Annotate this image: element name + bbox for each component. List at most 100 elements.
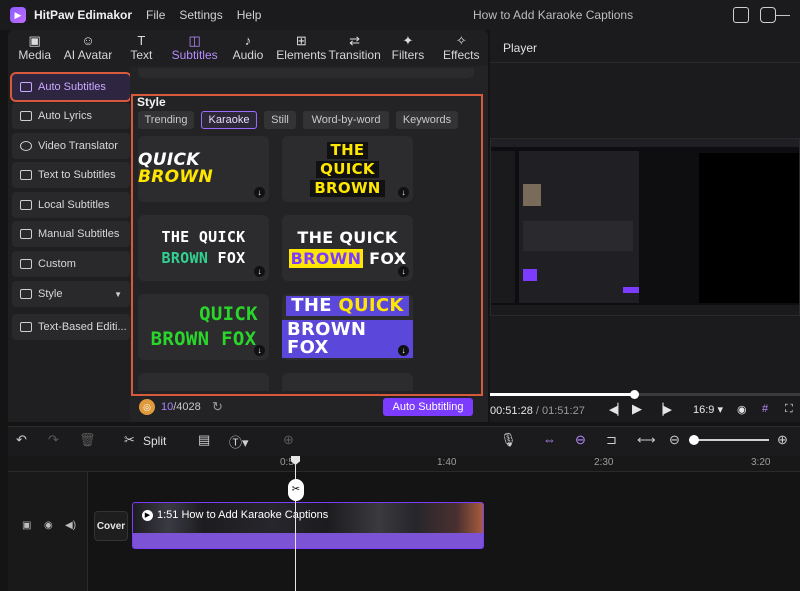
zoom-slider[interactable] bbox=[689, 439, 769, 441]
trim-icon[interactable]: ⊐ bbox=[606, 432, 617, 448]
menu-settings[interactable]: Settings bbox=[179, 8, 222, 22]
tab-effects[interactable]: ✧ Effects bbox=[435, 30, 488, 66]
karaoke-style-card[interactable]: THE QUICK BROWN FOX ↓ bbox=[138, 215, 269, 281]
player-divider bbox=[490, 62, 800, 63]
undo-icon[interactable]: ↶ bbox=[16, 432, 27, 448]
text-icon: T bbox=[137, 33, 146, 48]
volume-icon[interactable]: ◀) bbox=[65, 520, 76, 531]
tab-audio[interactable]: ♪ Audio bbox=[221, 30, 274, 66]
card-text: FOX bbox=[208, 249, 246, 267]
karaoke-style-card[interactable]: THE QUICK BROWN FOX ↓ bbox=[282, 294, 413, 360]
ruler-label: 3:20 bbox=[751, 457, 771, 468]
chip-word-by-word[interactable]: Word-by-word bbox=[303, 111, 389, 129]
download-icon[interactable]: ↓ bbox=[254, 187, 265, 198]
feedback-icon[interactable] bbox=[760, 7, 776, 23]
download-icon[interactable]: ↓ bbox=[398, 187, 409, 198]
refresh-icon[interactable]: ↻ bbox=[212, 399, 223, 415]
download-icon[interactable]: ↓ bbox=[254, 266, 265, 277]
redo-icon[interactable]: ↷ bbox=[48, 432, 59, 448]
aspect-ratio-select[interactable]: 16:9 ▾ bbox=[693, 403, 723, 416]
link-icon[interactable]: ⇔ bbox=[543, 432, 556, 447]
style-icon bbox=[20, 289, 32, 299]
subtitle-tool-icon[interactable]: ▤ bbox=[198, 432, 210, 448]
sidebar-item-text-to-subtitles[interactable]: Text to Subtitles bbox=[12, 162, 130, 188]
karaoke-style-card[interactable]: QUICK BROWN ↓ bbox=[138, 136, 269, 202]
tab-elements[interactable]: ⊞ Elements bbox=[275, 30, 328, 66]
preview-topbar bbox=[491, 139, 799, 147]
auto-subtitling-button[interactable]: Auto Subtitling bbox=[383, 398, 473, 416]
chip-trending[interactable]: Trending bbox=[138, 111, 194, 129]
download-icon[interactable]: ↓ bbox=[398, 266, 409, 277]
zoom-in-icon[interactable]: ⊕ bbox=[777, 432, 788, 448]
magnet-icon[interactable]: ⊖ bbox=[575, 432, 586, 448]
sidebar-item-text-based-editing[interactable]: Text-Based Editi... bbox=[12, 314, 130, 340]
sidebar-item-auto-lyrics[interactable]: Auto Lyrics bbox=[12, 103, 130, 129]
preview-button bbox=[623, 287, 639, 293]
sidebar-item-auto-subtitles[interactable]: Auto Subtitles bbox=[10, 72, 132, 102]
snapshot-icon[interactable]: ◉ bbox=[737, 403, 747, 416]
card-text-highlight: BROWN bbox=[138, 167, 213, 187]
karaoke-style-card[interactable]: THE QUICK BROWN ↓ bbox=[282, 136, 413, 202]
microphone-icon[interactable]: 🎙 bbox=[500, 432, 517, 448]
tool-tabs: ▣ Media ☺ AI Avatar T Text ◫ Subtitles ♪… bbox=[8, 30, 488, 66]
tab-subtitles[interactable]: ◫ Subtitles bbox=[168, 30, 221, 66]
effects-icon: ✧ bbox=[455, 33, 467, 48]
card-text: THE QUICK bbox=[297, 227, 398, 247]
card-text-highlight: THE bbox=[326, 141, 369, 159]
cover-button[interactable]: Cover bbox=[94, 511, 128, 541]
split-button[interactable]: Split bbox=[143, 434, 166, 448]
tab-text[interactable]: T Text bbox=[115, 30, 168, 66]
scissor-icon[interactable]: ✂ bbox=[288, 479, 304, 501]
download-icon[interactable]: ↓ bbox=[398, 345, 409, 356]
sidebar-item-local-subtitles[interactable]: Local Subtitles bbox=[12, 192, 130, 218]
player-title: Player bbox=[503, 41, 538, 55]
karaoke-style-card[interactable] bbox=[138, 373, 269, 391]
total-time: / 01:51:27 bbox=[532, 405, 585, 417]
timeline-ruler[interactable] bbox=[8, 456, 800, 472]
delete-icon[interactable]: 🗑 bbox=[79, 432, 96, 448]
karaoke-style-card[interactable]: QUICK BROWN FOX ↓ bbox=[138, 294, 269, 360]
menu-file[interactable]: File bbox=[146, 8, 165, 22]
progress-knob[interactable] bbox=[630, 390, 639, 399]
karaoke-style-card[interactable] bbox=[282, 373, 413, 391]
chip-karaoke[interactable]: Karaoke bbox=[201, 111, 257, 129]
preview-sidebar bbox=[491, 151, 515, 303]
fullscreen-icon[interactable]: ⛶ bbox=[785, 403, 793, 416]
layout-icon[interactable] bbox=[733, 7, 749, 23]
clip-label: ▶ 1:51 How to Add Karaoke Captions bbox=[142, 509, 328, 521]
card-text: BROWN FOX bbox=[282, 320, 413, 358]
sidebar-item-custom[interactable]: Custom bbox=[12, 251, 130, 277]
video-preview[interactable] bbox=[490, 138, 800, 316]
sidebar-item-video-translator[interactable]: Video Translator bbox=[12, 133, 130, 159]
card-text-highlight: BROWN bbox=[288, 248, 364, 268]
tab-media[interactable]: ▣ Media bbox=[8, 30, 61, 66]
grid-icon[interactable]: # bbox=[762, 403, 768, 415]
menu-help[interactable]: Help bbox=[237, 8, 262, 22]
tab-transition[interactable]: ⇄ Transition bbox=[328, 30, 381, 66]
minimize-icon[interactable]: — bbox=[776, 6, 790, 22]
chip-keywords[interactable]: Keywords bbox=[396, 111, 458, 129]
card-text: THE QUICK bbox=[161, 228, 246, 246]
zoom-out-icon[interactable]: ⊖ bbox=[669, 432, 680, 448]
sidebar-item-style[interactable]: Style ▼ bbox=[12, 281, 130, 307]
panel-scroll-edge bbox=[138, 68, 474, 78]
step-forward-icon[interactable]: ▕▶ bbox=[655, 403, 672, 416]
play-icon[interactable]: ▶ bbox=[632, 401, 642, 417]
karaoke-style-card[interactable]: THE QUICK BROWN FOX ↓ bbox=[282, 215, 413, 281]
step-back-icon[interactable]: ◀▏ bbox=[609, 403, 626, 416]
split-icon[interactable]: ✂ bbox=[124, 432, 135, 448]
visibility-icon[interactable]: ◉ bbox=[44, 520, 53, 531]
fit-width-icon[interactable]: ⟷ bbox=[637, 432, 656, 448]
playback-progress[interactable] bbox=[490, 390, 800, 399]
transition-icon: ⇄ bbox=[349, 33, 361, 48]
style-heading: Style bbox=[137, 95, 166, 109]
chip-still[interactable]: Still bbox=[264, 111, 296, 129]
tab-filters[interactable]: ✦ Filters bbox=[381, 30, 434, 66]
zoom-slider-knob[interactable] bbox=[689, 435, 699, 445]
download-icon[interactable]: ↓ bbox=[254, 345, 265, 356]
add-track-icon[interactable]: ⊕ bbox=[283, 432, 294, 448]
sidebar-item-manual-subtitles[interactable]: Manual Subtitles bbox=[12, 221, 130, 247]
card-text: THE bbox=[291, 295, 339, 316]
text-tool-icon[interactable]: Ⓣ▾ bbox=[229, 432, 249, 451]
tab-ai-avatar[interactable]: ☺ AI Avatar bbox=[61, 30, 114, 66]
